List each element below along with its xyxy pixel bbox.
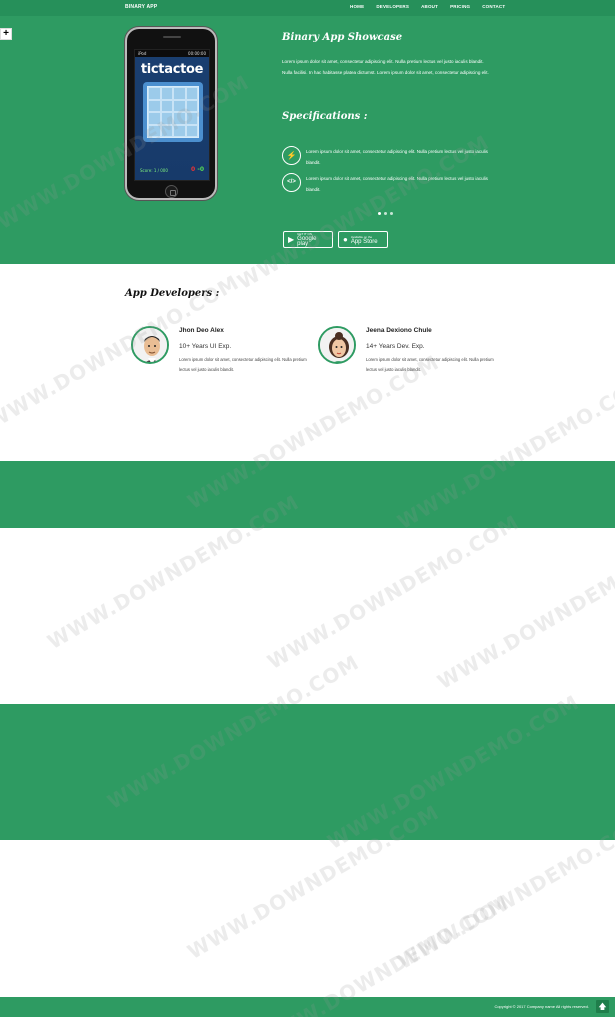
phone-screen: iPod 00:00:00 tictactoe Score: 1 / 000 0… — [134, 49, 210, 181]
google-play-icon: ▶ — [288, 235, 295, 244]
game-board — [147, 86, 199, 138]
showcase-text: Lorem ipsum dolor sit amet, consectetur … — [282, 59, 489, 75]
phone-mockup: iPod 00:00:00 tictactoe Score: 1 / 000 0… — [125, 27, 217, 200]
developer-name: Jeena Dexiono Chule — [366, 327, 432, 334]
phone-time: 00:00:00 — [188, 51, 206, 56]
game-score-label: Score: 1 / 000 — [140, 168, 168, 173]
avatar — [131, 326, 169, 364]
phone-home-button — [165, 185, 178, 198]
carousel-dot[interactable] — [390, 212, 393, 215]
brand-logo[interactable]: BINARY APP — [125, 4, 157, 10]
lightning-icon: ⚡ — [282, 146, 301, 165]
carousel-dot[interactable] — [378, 212, 381, 215]
app-store-button[interactable]: ● Available on the App Store — [338, 231, 388, 248]
showcase-title: Binary App Showcase — [282, 32, 403, 43]
code-icon: </> — [282, 173, 301, 192]
nav-about[interactable]: ABOUT — [421, 4, 438, 9]
spec-text: Lorem ipsum dolor sit amet, consectetur … — [306, 176, 488, 192]
game-title: tictactoe — [140, 62, 204, 77]
specifications-title: Specifications : — [282, 111, 368, 122]
carousel-dot[interactable] — [384, 212, 387, 215]
nav-contact[interactable]: CONTACT — [482, 4, 505, 9]
avatar — [318, 326, 356, 364]
section-band — [0, 461, 615, 528]
nav-menu: HOME DEVELOPERS ABOUT PRICING CONTACT — [350, 4, 505, 9]
score-a: 0 — [191, 166, 196, 173]
spec-text: Lorem ipsum dolor sit amet, consectetur … — [306, 149, 488, 165]
expand-button[interactable]: + — [0, 28, 12, 40]
app-store-label: App Store — [350, 238, 378, 245]
developer-experience: 10+ Years UI Exp. — [179, 343, 232, 350]
nav-pricing[interactable]: PRICING — [450, 4, 470, 9]
nav-home[interactable]: HOME — [350, 4, 364, 9]
google-play-button[interactable]: ▶ GET IT ON Google play — [283, 231, 333, 248]
section-band — [0, 704, 615, 840]
developer-name: Jhon Deo Alex — [179, 327, 224, 334]
footer: Copyright © 2017 Company name All rights… — [0, 997, 615, 1017]
google-play-label: Google play — [297, 236, 317, 247]
apple-icon: ● — [343, 235, 348, 244]
watermark: WWW.DOWNDEMO.COM — [263, 509, 524, 675]
developer-description: Lorem ipsum dolor sit amet, consectetur … — [179, 357, 307, 372]
navbar: BINARY APP HOME DEVELOPERS ABOUT PRICING… — [0, 0, 615, 16]
developers-title: App Developers : — [125, 288, 220, 299]
developer-experience: 14+ Years Dev. Exp. — [366, 343, 425, 350]
phone-speaker — [163, 36, 181, 38]
phone-carrier: iPod — [138, 51, 147, 56]
back-to-top-button[interactable]: 🡅 — [596, 1000, 609, 1013]
carousel-dots — [378, 212, 393, 215]
developer-description: Lorem ipsum dolor sit amet, consectetur … — [366, 357, 494, 372]
watermark: WWW.DOWNDEMO.COM — [433, 529, 615, 695]
score-b: -0 — [197, 166, 204, 173]
hero-section — [0, 16, 615, 264]
copyright-text: Copyright © 2017 Company name All rights… — [494, 1004, 589, 1009]
nav-developers[interactable]: DEVELOPERS — [376, 4, 409, 9]
game-score: 0 -0 — [191, 166, 204, 173]
phone-statusbar: iPod 00:00:00 — [135, 50, 209, 57]
